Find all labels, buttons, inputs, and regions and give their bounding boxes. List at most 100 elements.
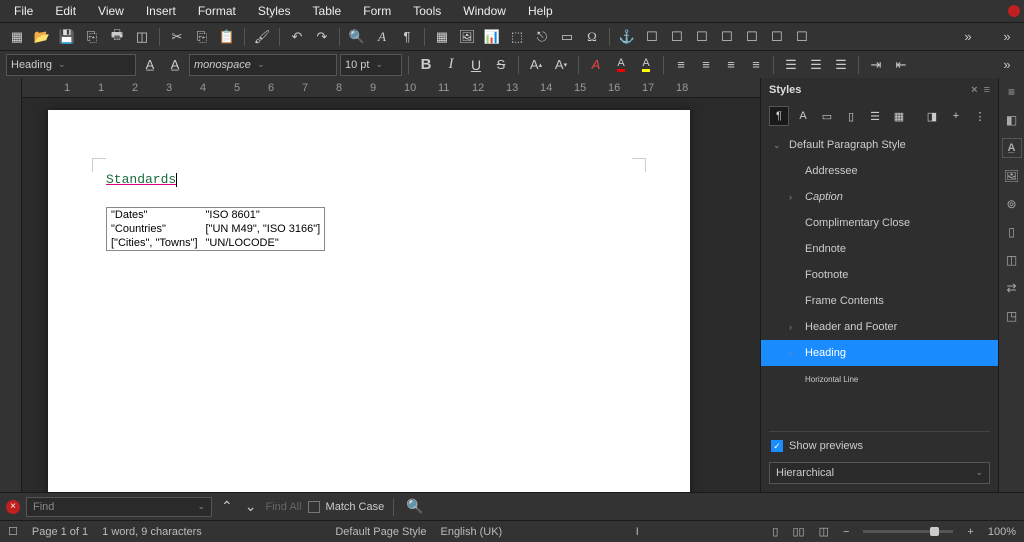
menu-styles[interactable]: Styles [248,1,301,21]
close-findbar-icon[interactable]: × [6,500,20,514]
gallery-tab-icon[interactable]: 🖼 [1002,166,1022,186]
heading-text[interactable]: Standards [106,172,176,187]
toolbar-overflow-icon[interactable]: » [996,54,1018,76]
horizontal-ruler[interactable]: 1123456789101112131415161718 [22,78,760,98]
decrease-indent-icon[interactable]: ⇤ [890,54,912,76]
export-pdf-icon[interactable]: ⎘ [81,26,103,48]
find-replace-icon[interactable]: 🔍 [403,498,426,515]
menu-table[interactable]: Table [303,1,352,21]
style-actions-icon[interactable]: ⋮ [970,106,990,126]
show-previews-checkbox[interactable]: ✓ [771,440,783,452]
hyperlink-icon[interactable]: ⚓ [616,26,638,48]
find-prev-icon[interactable]: ⌃ [218,498,236,515]
shapes-icon[interactable]: ☐ [791,26,813,48]
insert-textbox-icon[interactable]: ⬚ [506,26,528,48]
bookmark-icon[interactable]: ☐ [666,26,688,48]
table-cell[interactable]: ["Cities", "Towns"] [107,236,202,251]
increase-indent-icon[interactable]: ⇥ [865,54,887,76]
insert-table-icon[interactable]: ▦ [431,26,453,48]
font-name-select[interactable]: monospace⌄ [189,54,337,76]
expand-icon[interactable]: › [789,192,799,202]
new-style-icon[interactable]: A̲ [164,54,186,76]
panel-menu-icon[interactable]: ≡ [984,84,990,96]
track-changes-icon[interactable]: ☐ [741,26,763,48]
style-row[interactable]: Complimentary Close [761,210,998,236]
document-page[interactable]: Standards "Dates""ISO 8601" "Countries"[… [48,110,690,492]
language-indicator[interactable]: English (UK) [440,526,502,538]
styles-tab-icon[interactable]: A̲ [1002,138,1022,158]
style-row[interactable]: ›Caption [761,184,998,210]
properties-tab-icon[interactable]: ◧ [1002,110,1022,130]
accessibility-tab-icon[interactable]: ◳ [1002,306,1022,326]
zoom-value[interactable]: 100% [988,526,1016,538]
paragraph-style-select[interactable]: Heading⌄ [6,54,136,76]
frame-styles-icon[interactable]: ▭ [817,106,837,126]
page-indicator[interactable]: Page 1 of 1 [32,526,88,538]
new-icon[interactable]: ▦ [6,26,28,48]
style-row[interactable]: Footnote [761,262,998,288]
table-cell[interactable]: "UN/LOCODE" [202,236,325,251]
styles-list[interactable]: ⌄Default Paragraph StyleAddressee›Captio… [761,130,998,429]
save-icon[interactable]: 💾 [56,26,78,48]
table-cell[interactable]: "Countries" [107,222,202,236]
sidebar-settings-icon[interactable]: ≡ [1002,82,1022,102]
fill-format-icon[interactable]: ◨ [922,106,942,126]
table-cell[interactable]: ["UN M49", "ISO 3166"] [202,222,325,236]
insert-chart-icon[interactable]: 📊 [481,26,503,48]
view-book-icon[interactable]: ◫ [819,525,829,538]
line-icon[interactable]: ☐ [766,26,788,48]
menu-format[interactable]: Format [188,1,246,21]
find-icon[interactable]: 🔍 [346,26,368,48]
underline-icon[interactable]: U [465,54,487,76]
footnote-icon[interactable]: ☐ [641,26,663,48]
inspector-tab-icon[interactable]: ◫ [1002,250,1022,270]
document-table[interactable]: "Dates""ISO 8601" "Countries"["UN M49", … [106,207,325,251]
align-left-icon[interactable]: ≡ [670,54,692,76]
view-multi-icon[interactable]: ▯▯ [792,525,804,538]
window-close-icon[interactable] [1008,5,1020,17]
special-char-icon[interactable]: Ω [581,26,603,48]
menu-insert[interactable]: Insert [136,1,186,21]
italic-icon[interactable]: I [440,54,462,76]
align-justify-icon[interactable]: ≡ [745,54,767,76]
insert-mode-indicator[interactable]: I [636,526,639,538]
zoom-slider[interactable] [863,530,953,533]
bold-icon[interactable]: B [415,54,437,76]
paste-icon[interactable]: 📋 [216,26,238,48]
font-color-icon[interactable]: A [610,54,632,76]
menu-form[interactable]: Form [353,1,401,21]
save-indicator-icon[interactable]: ☐ [8,525,18,538]
zoom-out-icon[interactable]: − [843,526,849,538]
expand-icon[interactable]: › [789,322,799,332]
paragraph-styles-icon[interactable]: ¶ [769,106,789,126]
toolbar-overflow-icon[interactable]: » [957,26,979,48]
bullet-list-icon[interactable]: ☰ [780,54,802,76]
number-list-icon[interactable]: ☰ [805,54,827,76]
style-row[interactable]: Frame Contents [761,288,998,314]
list-styles-icon[interactable]: ☰ [865,106,885,126]
open-icon[interactable]: 📂 [31,26,53,48]
vertical-ruler[interactable] [0,78,22,492]
copy-icon[interactable]: ⎘ [191,26,213,48]
redo-icon[interactable]: ↷ [311,26,333,48]
word-count[interactable]: 1 word, 9 characters [102,526,202,538]
style-row[interactable]: Endnote [761,236,998,262]
page-style-indicator[interactable]: Default Page Style [335,526,426,538]
align-center-icon[interactable]: ≡ [695,54,717,76]
style-row[interactable]: Horizontal Line [761,366,998,392]
font-size-select[interactable]: 10 pt⌄ [340,54,402,76]
comment-icon[interactable]: ☐ [716,26,738,48]
match-case-checkbox[interactable] [308,501,320,513]
superscript-icon[interactable]: A▴ [525,54,547,76]
menu-file[interactable]: File [4,1,43,21]
highlight-icon[interactable]: A [635,54,657,76]
print-icon[interactable]: 🖶 [106,26,128,48]
undo-icon[interactable]: ↶ [286,26,308,48]
formatting-marks-icon[interactable]: ¶ [396,26,418,48]
update-style-icon[interactable]: A̲ [139,54,161,76]
document-scroll[interactable]: Standards "Dates""ISO 8601" "Countries"[… [22,98,760,492]
clone-formatting-icon[interactable]: 🖌 [251,26,273,48]
page-break-icon[interactable]: ⎋ [531,26,553,48]
slider-knob[interactable] [930,527,939,536]
subscript-icon[interactable]: A▾ [550,54,572,76]
